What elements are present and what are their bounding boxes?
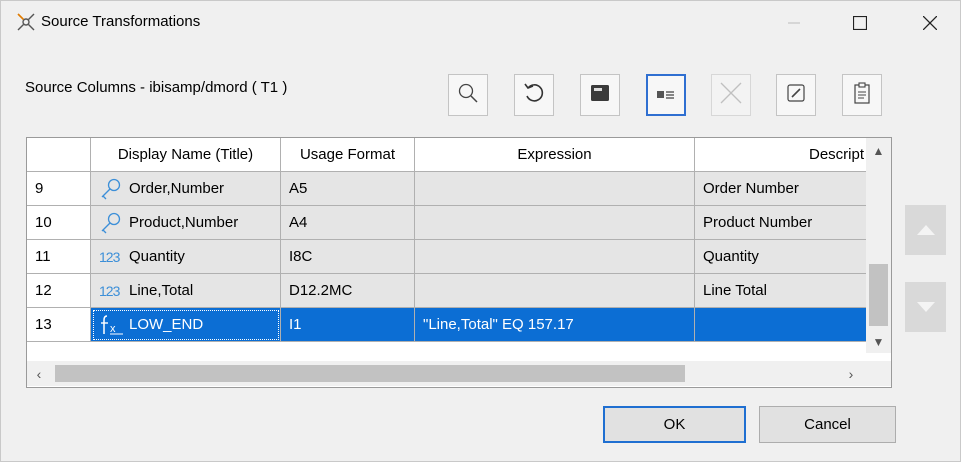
delete-icon xyxy=(720,82,742,108)
cancel-button[interactable]: Cancel xyxy=(759,406,896,443)
search-button[interactable] xyxy=(448,74,488,116)
display-name-text: Quantity xyxy=(129,248,185,265)
display-name-cell[interactable]: Product,Number xyxy=(91,206,281,240)
maximize-button[interactable] xyxy=(837,1,883,45)
ok-button[interactable]: OK xyxy=(603,406,746,443)
expression-cell[interactable] xyxy=(415,206,695,240)
vertical-scrollbar[interactable]: ▲ ▼ xyxy=(866,138,891,353)
row-number: 13 xyxy=(27,308,91,342)
formula-icon: x xyxy=(99,313,125,337)
source-columns-label: Source Columns - ibisamp/dmord ( T1 ) xyxy=(25,79,288,96)
display-name-cell[interactable]: Order,Number xyxy=(91,172,281,206)
save-button[interactable] xyxy=(580,74,620,116)
display-name-text: Order,Number xyxy=(129,180,225,197)
horizontal-scroll-thumb[interactable] xyxy=(55,365,685,382)
table-row[interactable]: 12 123 Line,Total D12.2MC Line Total xyxy=(27,274,891,308)
triangle-down-icon xyxy=(916,299,935,316)
source-columns-grid[interactable]: Display Name (Title) Usage Format Expres… xyxy=(26,137,892,388)
row-number: 11 xyxy=(27,240,91,274)
transform-app-icon xyxy=(15,11,37,33)
move-up-button[interactable] xyxy=(905,205,946,255)
display-name-cell[interactable]: x LOW_END xyxy=(91,308,281,342)
display-name-cell[interactable]: 123 Line,Total xyxy=(91,274,281,308)
scroll-left-arrow-icon[interactable]: ‹ xyxy=(27,361,51,386)
key-icon xyxy=(99,177,125,201)
measure-icon: 123 xyxy=(99,248,120,265)
header-usage-format[interactable]: Usage Format xyxy=(281,138,415,172)
window-title: Source Transformations xyxy=(41,13,201,30)
table-row[interactable]: 11 123 Quantity I8C Quantity xyxy=(27,240,891,274)
close-button[interactable] xyxy=(907,1,953,45)
display-name-text: LOW_END xyxy=(129,316,204,333)
expression-cell[interactable] xyxy=(415,240,695,274)
expression-cell[interactable] xyxy=(415,274,695,308)
edit-button[interactable] xyxy=(776,74,816,116)
display-name-text: Line,Total xyxy=(129,282,194,299)
search-icon xyxy=(458,83,478,107)
edit-icon xyxy=(787,84,805,106)
horizontal-scrollbar[interactable]: ‹ › xyxy=(27,361,891,386)
undo-icon xyxy=(523,82,545,108)
row-number: 12 xyxy=(27,274,91,308)
table-row[interactable]: 10 Product,Number A4 Product Number xyxy=(27,206,891,240)
card-view-icon xyxy=(657,87,675,104)
minimize-button[interactable] xyxy=(771,1,817,45)
source-transformations-dialog: Source Transformations Source Columns - … xyxy=(0,0,961,462)
key-icon xyxy=(99,211,125,235)
clipboard-button[interactable] xyxy=(842,74,882,116)
usage-format-cell[interactable]: A5 xyxy=(281,172,415,206)
table-row-selected[interactable]: 13 x LOW_END I1 "Line,Total" EQ 157.17 xyxy=(27,308,891,342)
clipboard-icon xyxy=(854,82,870,108)
svg-text:x: x xyxy=(110,323,116,335)
triangle-up-icon xyxy=(916,222,935,239)
title-bar: Source Transformations xyxy=(1,1,960,45)
description-cell[interactable]: Quantity xyxy=(695,240,891,274)
row-number: 10 xyxy=(27,206,91,240)
display-name-cell[interactable]: 123 Quantity xyxy=(91,240,281,274)
row-number: 9 xyxy=(27,172,91,206)
description-cell[interactable]: Product Number xyxy=(695,206,891,240)
description-cell[interactable]: Line Total xyxy=(695,274,891,308)
description-cell[interactable] xyxy=(695,308,891,342)
usage-format-cell[interactable]: A4 xyxy=(281,206,415,240)
vertical-scroll-thumb[interactable] xyxy=(869,264,888,326)
header-row-number xyxy=(27,138,91,172)
usage-format-cell[interactable]: D12.2MC xyxy=(281,274,415,308)
expression-cell[interactable] xyxy=(415,172,695,206)
card-view-button[interactable] xyxy=(646,74,686,116)
expression-cell[interactable]: "Line,Total" EQ 157.17 xyxy=(415,308,695,342)
scroll-right-arrow-icon[interactable]: › xyxy=(839,361,863,386)
description-cell[interactable]: Order Number xyxy=(695,172,891,206)
header-description[interactable]: Descript xyxy=(695,138,891,172)
undo-button[interactable] xyxy=(514,74,554,116)
usage-format-cell[interactable]: I1 xyxy=(281,308,415,342)
display-name-text: Product,Number xyxy=(129,214,239,231)
save-icon xyxy=(591,85,609,105)
measure-icon: 123 xyxy=(99,282,120,299)
move-down-button[interactable] xyxy=(905,282,946,332)
delete-button[interactable] xyxy=(711,74,751,116)
scroll-down-arrow-icon[interactable]: ▼ xyxy=(866,331,891,353)
header-display-name[interactable]: Display Name (Title) xyxy=(91,138,281,172)
grid-header-row: Display Name (Title) Usage Format Expres… xyxy=(27,138,891,172)
table-row[interactable]: 9 Order,Number A5 Order Number xyxy=(27,172,891,206)
header-expression[interactable]: Expression xyxy=(415,138,695,172)
scroll-up-arrow-icon[interactable]: ▲ xyxy=(866,140,891,162)
usage-format-cell[interactable]: I8C xyxy=(281,240,415,274)
